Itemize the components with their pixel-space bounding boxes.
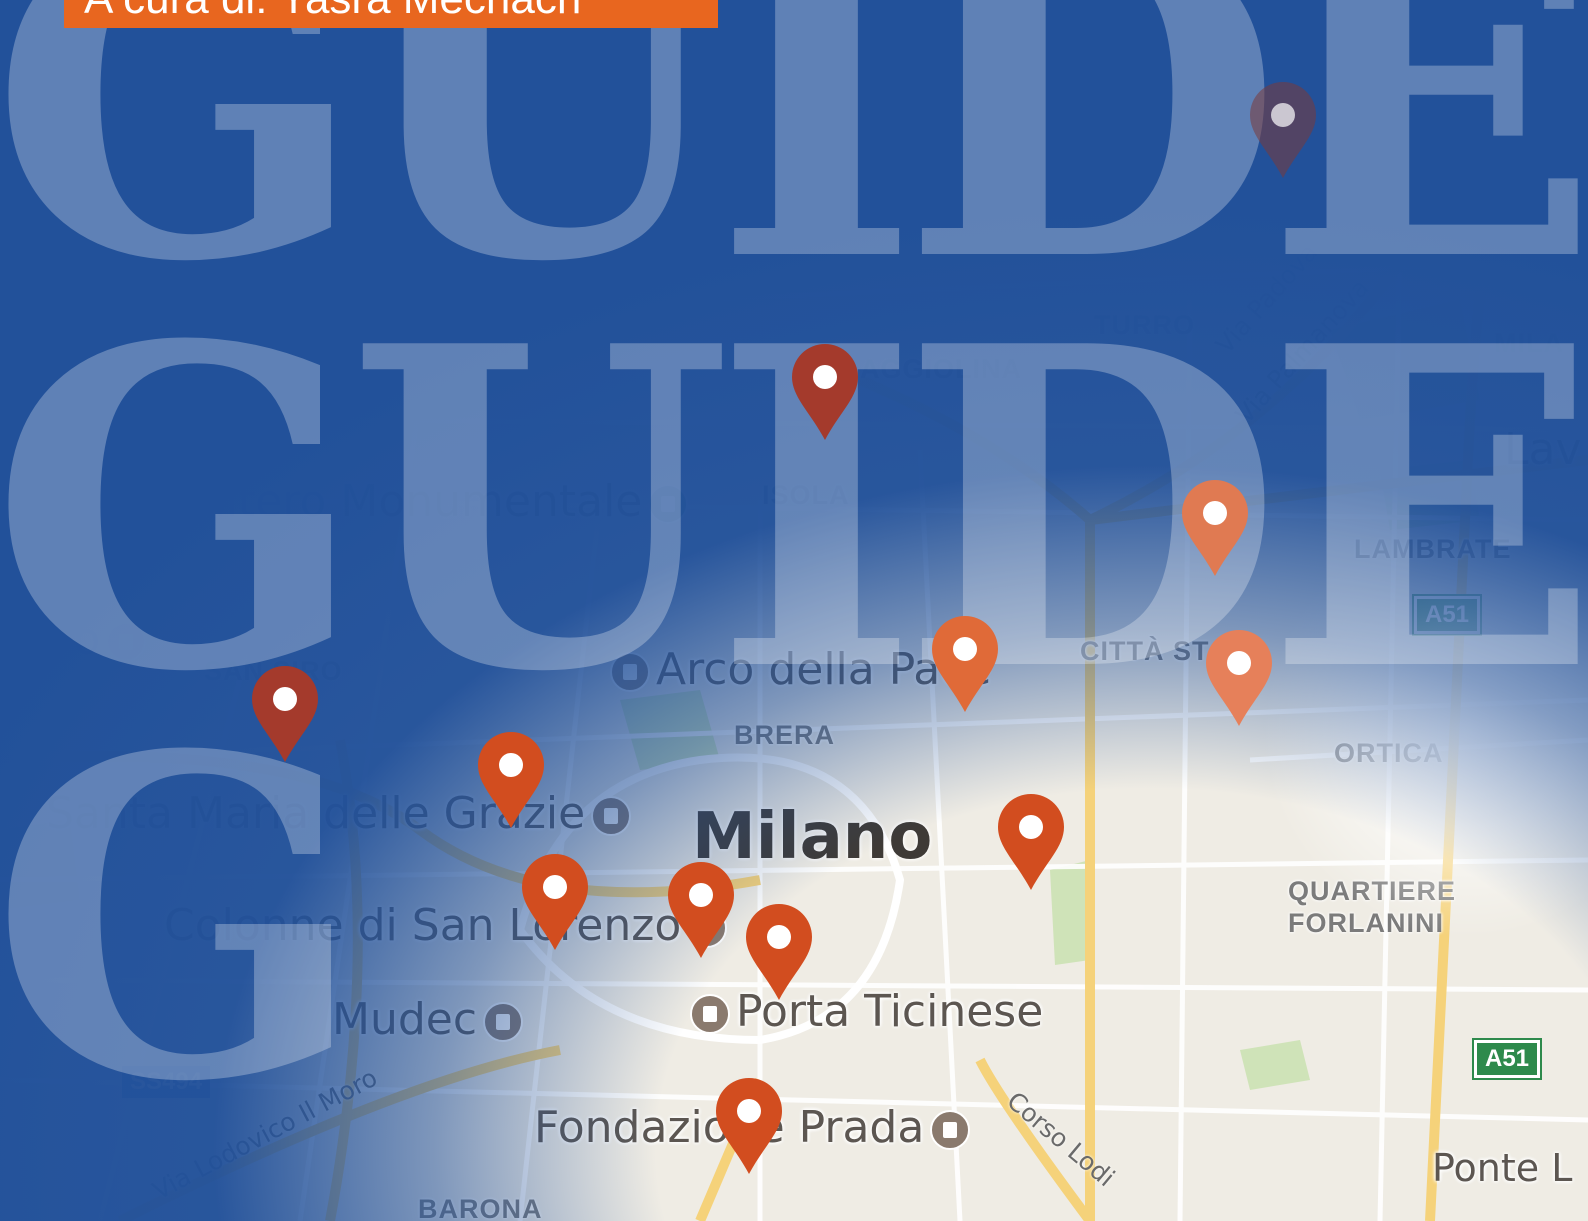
landmark-icon — [690, 994, 730, 1034]
author-banner: A cura di: Yasra Mechach — [64, 0, 718, 28]
map-pin-lambrate[interactable] — [1180, 478, 1250, 578]
museum-icon — [591, 796, 632, 836]
stadium-icon — [106, 622, 147, 662]
district-brera: BRERA — [734, 720, 836, 750]
map-pin-porta-ticinese[interactable] — [744, 902, 814, 1002]
district-mila: MILA — [1494, 328, 1564, 358]
district-forlanini: FORLANINI — [1288, 908, 1444, 938]
place-porta-ticinese[interactable]: Porta Ticinese — [684, 986, 1043, 1037]
landmark-icon — [610, 652, 650, 692]
district-turro: TURRO — [1094, 310, 1195, 340]
map-pin-porta-venezia[interactable] — [930, 614, 1000, 714]
map-pin-porta-romana[interactable] — [996, 792, 1066, 892]
highway-shield-a51-middle: A51 — [1411, 594, 1483, 636]
district-lambrate: LAMBRATE — [1354, 534, 1512, 564]
place-cimitero-monumentale[interactable]: Cimitero Monumentale — [140, 476, 694, 527]
place-colonne-di-san-lorenzo[interactable]: Colonne di San Lorenzo — [164, 900, 733, 951]
map-pin-maggiolina[interactable] — [790, 342, 860, 442]
district-crescenzago: CRESCENZAGO — [1286, 182, 1508, 212]
district-ortica: ORTICA — [1334, 738, 1444, 768]
highway-shield-a51-bottom: A51 — [1471, 1038, 1543, 1080]
place-ponte[interactable]: Ponte L — [1432, 1146, 1572, 1190]
author-credit: A cura di: Yasra Mechach — [84, 0, 581, 24]
map-pin-duomo[interactable] — [666, 860, 736, 960]
cover-stage: CRESCENZAGO TURRO MILA AGGIOLINA ISOLA L… — [0, 0, 1588, 1221]
district-barona: BARONA — [418, 1194, 543, 1221]
district-maggiolina: AGGIOLINA — [860, 354, 1022, 384]
place-lav[interactable]: Lav — [1504, 424, 1582, 475]
map-pin-crescenzago[interactable] — [1248, 80, 1318, 180]
highway-shield-ss494: SS494 — [122, 1066, 211, 1098]
map-pin-colonne-san-lorenzo[interactable] — [520, 852, 590, 952]
place-siro[interactable]: Siro — [16, 614, 152, 665]
place-santa-maria-delle-grazie[interactable]: Santa Maria delle Grazie — [46, 788, 637, 839]
place-mudec[interactable]: Mudec — [332, 994, 529, 1045]
district-citta-studi: CITTÀ ST — [1080, 636, 1210, 666]
museum-icon — [930, 1110, 971, 1150]
museum-icon — [483, 1002, 524, 1042]
map-pin-fondazione-prada[interactable] — [714, 1076, 784, 1176]
park-icon — [648, 484, 689, 524]
highway-shield-a51-top: A51 — [1501, 26, 1573, 68]
map-pin-san-siro[interactable] — [250, 664, 320, 764]
district-quartiere: QUARTIERE — [1288, 876, 1457, 906]
map-pin-santa-maria[interactable] — [476, 730, 546, 830]
map-pin-citta-studi[interactable] — [1204, 628, 1274, 728]
map-view[interactable]: CRESCENZAGO TURRO MILA AGGIOLINA ISOLA L… — [0, 0, 1588, 1221]
district-isola: ISOLA — [762, 480, 850, 510]
